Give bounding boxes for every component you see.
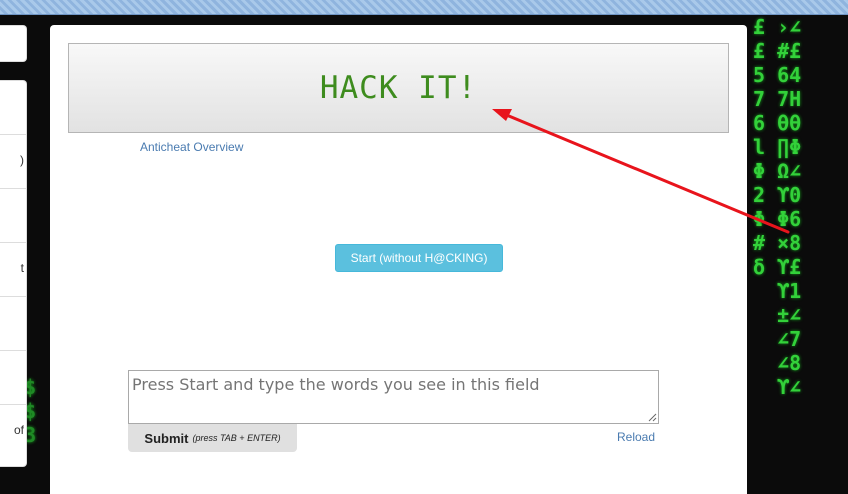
left-panel-row[interactable] [0,297,26,351]
resize-grip-icon[interactable] [648,413,657,422]
left-panel-row[interactable]: ) [0,135,26,189]
left-panel-fragment: ) [20,153,24,167]
left-panel-fragment: of [13,423,24,437]
main-card: HACK IT! Anticheat Overview Start (witho… [50,25,747,494]
banner-title: HACK IT! [319,70,478,106]
submit-hint: (press TAB + ENTER) [192,433,281,443]
browser-top-bar [0,0,848,15]
anticheat-overview-link[interactable]: Anticheat Overview [140,140,243,154]
left-panel-row[interactable]: t [0,243,26,297]
submit-label: Submit [144,430,189,446]
reload-link[interactable]: Reload [617,430,655,444]
start-button[interactable]: Start (without H@CKING) [335,244,503,272]
matrix-background-right: £ ›∠ £ #£ 5 64 7 7H 6 θθ l ∏Φ Φ Ω∠ 2 ϒ0 … [753,15,802,399]
left-panel-row[interactable]: of [0,405,26,459]
left-panel-top [0,25,27,62]
left-panel-list: ) t of [0,80,27,467]
left-panel-row[interactable] [0,351,26,405]
hack-it-banner: HACK IT! [68,43,729,133]
typing-input[interactable] [128,370,659,424]
left-panel-row[interactable] [0,81,26,135]
left-panel-row[interactable] [0,189,26,243]
left-panel-fragment: t [20,261,24,275]
submit-button[interactable]: Submit (press TAB + ENTER) [128,424,297,452]
